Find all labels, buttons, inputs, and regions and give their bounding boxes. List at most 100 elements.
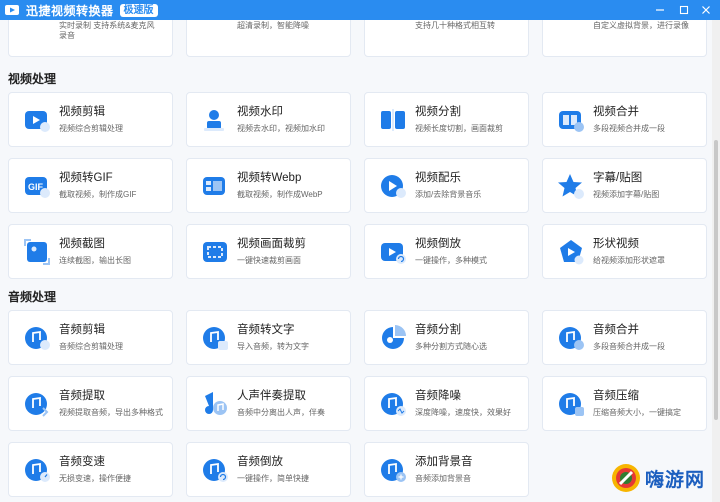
section-title-video: 视频处理 xyxy=(8,72,57,86)
window-title: 迅捷视频转换器 xyxy=(26,3,114,18)
tool-card-audio-split[interactable]: 音频分割 多种分割方式随心选 xyxy=(364,310,529,365)
scrollbar-thumb[interactable] xyxy=(714,140,718,420)
tool-desc: 导入音频，转为文字 xyxy=(237,342,309,351)
tool-card-shape-video[interactable]: 形状视频 给视频添加形状遮罩 xyxy=(542,224,707,279)
tool-card-video-to-gif[interactable]: GIF 视频转GIF 截取视频，制作成GIF xyxy=(8,158,173,213)
video-merge-icon xyxy=(559,111,584,132)
tool-card-video-music[interactable]: 视频配乐 添加/去除背景音乐 xyxy=(364,158,529,213)
tool-title: 音频压缩 xyxy=(593,390,639,402)
tool-desc: 截取视频，制作成GIF xyxy=(59,190,137,199)
tool-card-audio-merge[interactable]: 音频合并 多段音频合并成一段 xyxy=(542,310,707,365)
virtual-background-icon xyxy=(557,20,585,25)
tool-card-subtitle-sticker[interactable]: 字幕/贴图 视频添加字幕/贴图 xyxy=(542,158,707,213)
tool-desc: 视频长度切割，画面裁剪 xyxy=(415,124,503,133)
tool-desc: 一键操作，多种模式 xyxy=(415,256,487,265)
video-reverse-icon xyxy=(381,243,406,264)
close-icon xyxy=(702,6,710,14)
tool-title: 人声伴奏提取 xyxy=(237,390,306,402)
tool-desc: 支持几十种格式相互转 xyxy=(415,21,495,30)
tool-card-video-to-webp[interactable]: 视频转Webp 截取视频，制作成WebP xyxy=(186,158,351,213)
tool-card-video-reverse[interactable]: 视频倒放 一键操作，多种模式 xyxy=(364,224,529,279)
tool-card-video-crop[interactable]: 视频画面裁剪 一键快速裁剪画面 xyxy=(186,224,351,279)
tool-card-hd-record[interactable]: 超清录制，智能降噪 xyxy=(186,20,351,57)
tool-title: 视频转GIF xyxy=(59,172,113,184)
tool-title: 音频合并 xyxy=(593,324,639,336)
tool-title: 视频截图 xyxy=(59,238,105,250)
tool-title: 视频水印 xyxy=(237,106,283,118)
format-convert-icon xyxy=(379,20,407,25)
tool-title: 视频倒放 xyxy=(415,238,461,250)
close-button[interactable] xyxy=(694,0,718,20)
tool-desc: 一键操作，简单快捷 xyxy=(237,474,309,483)
tool-title: 音频分割 xyxy=(415,324,461,336)
subtitle-sticker-icon xyxy=(558,174,584,199)
tool-card-audio-extract[interactable]: 音频提取 视频提取音频，导出多种格式 xyxy=(8,376,173,431)
tool-card-vocal-separate[interactable]: 人声伴奏提取 音频中分离出人声，伴奏 xyxy=(186,376,351,431)
tool-desc: 音频添加背景音 xyxy=(415,474,471,483)
tool-desc: 连续截图，输出长图 xyxy=(59,256,131,265)
tool-card-video-split[interactable]: 视频分割 视频长度切割，画面裁剪 xyxy=(364,92,529,147)
tool-card-video-edit[interactable]: 视频剪辑 视频综合剪辑处理 xyxy=(8,92,173,147)
watermark-logo-icon xyxy=(612,464,640,492)
tool-title: 字幕/贴图 xyxy=(593,172,643,184)
tool-desc: 多段音频合并成一段 xyxy=(593,342,665,351)
video-music-icon xyxy=(381,175,406,198)
tool-title: 视频画面裁剪 xyxy=(237,238,306,250)
audio-merge-icon xyxy=(559,327,584,350)
tool-desc: 音频综合剪辑处理 xyxy=(59,342,123,351)
tool-card-format-convert[interactable]: 支持几十种格式相互转 xyxy=(364,20,529,57)
vocal-separate-icon xyxy=(205,392,227,415)
title-bar[interactable]: 迅捷视频转换器 极速版 xyxy=(0,0,720,20)
vertical-scrollbar[interactable] xyxy=(712,20,720,502)
main-content: 实时录制 支持系统&麦克风 录音 超清录制，智能降噪 支持几十种格式相互转 自定… xyxy=(0,20,712,502)
tool-card-audio-reverse[interactable]: 音频倒放 一键操作，简单快捷 xyxy=(186,442,351,497)
tool-card-screen-record[interactable]: 实时录制 支持系统&麦克风 录音 xyxy=(8,20,173,57)
tool-title: 视频转Webp xyxy=(237,172,302,184)
tool-desc: 多段视频合并成一段 xyxy=(593,124,665,133)
tool-card-video-watermark[interactable]: 视频水印 视频去水印，视频加水印 xyxy=(186,92,351,147)
audio-speed-icon xyxy=(25,459,50,482)
tool-desc-line2: 录音 xyxy=(59,31,75,40)
maximize-button[interactable] xyxy=(672,0,696,20)
minimize-button[interactable] xyxy=(648,0,672,20)
tool-card-audio-edit[interactable]: 音频剪辑 音频综合剪辑处理 xyxy=(8,310,173,365)
video-screenshot-icon xyxy=(24,239,50,265)
minimize-icon xyxy=(656,9,664,11)
tool-title: 音频倒放 xyxy=(237,456,283,468)
tool-title: 音频提取 xyxy=(59,390,105,402)
tool-card-add-background-sound[interactable]: 添加背景音 音频添加背景音 xyxy=(364,442,529,497)
tool-card-video-merge[interactable]: 视频合并 多段视频合并成一段 xyxy=(542,92,707,147)
tool-desc: 压缩音频大小，一键搞定 xyxy=(593,408,681,417)
tool-card-audio-compress[interactable]: 音频压缩 压缩音频大小，一键搞定 xyxy=(542,376,707,431)
audio-extract-icon xyxy=(25,393,49,417)
app-logo-icon xyxy=(5,5,19,15)
tool-title: 音频剪辑 xyxy=(59,324,105,336)
tool-desc: 给视频添加形状遮罩 xyxy=(593,256,665,265)
site-watermark: 嗨游网 xyxy=(610,460,714,496)
audio-split-icon xyxy=(382,325,406,349)
tool-desc: 超清录制，智能降噪 xyxy=(237,21,309,30)
tool-title: 视频剪辑 xyxy=(59,106,105,118)
tool-title: 形状视频 xyxy=(593,238,639,250)
video-watermark-icon xyxy=(204,110,224,131)
tool-card-audio-denoise[interactable]: 音频降噪 深度降噪，速度快，效果好 xyxy=(364,376,529,431)
watermark-text: 嗨游网 xyxy=(645,469,706,491)
tool-desc: 多种分割方式随心选 xyxy=(415,342,487,351)
tool-title: 音频转文字 xyxy=(237,324,295,336)
shape-video-icon xyxy=(560,240,584,265)
tool-card-video-screenshot[interactable]: 视频截图 连续截图，输出长图 xyxy=(8,224,173,279)
video-to-webp-icon xyxy=(203,177,225,195)
tool-card-audio-speed[interactable]: 音频变速 无损变速，操作便捷 xyxy=(8,442,173,497)
tool-desc: 添加/去除背景音乐 xyxy=(415,190,482,199)
tool-desc: 无损变速，操作便捷 xyxy=(59,474,131,483)
tool-title: 添加背景音 xyxy=(415,456,473,468)
video-edit-icon xyxy=(25,111,50,132)
tool-card-virtual-background[interactable]: 自定义虚拟背景，进行录像 xyxy=(542,20,707,57)
tool-card-audio-to-text[interactable]: 音频转文字 导入音频，转为文字 xyxy=(186,310,351,365)
section-title-audio: 音频处理 xyxy=(8,290,57,304)
tool-desc: 视频提取音频，导出多种格式 xyxy=(59,408,163,417)
tool-desc: 视频去水印，视频加水印 xyxy=(237,124,325,133)
tool-desc: 视频综合剪辑处理 xyxy=(59,124,123,133)
maximize-icon xyxy=(679,5,689,15)
tool-desc: 音频中分离出人声，伴奏 xyxy=(237,408,325,417)
